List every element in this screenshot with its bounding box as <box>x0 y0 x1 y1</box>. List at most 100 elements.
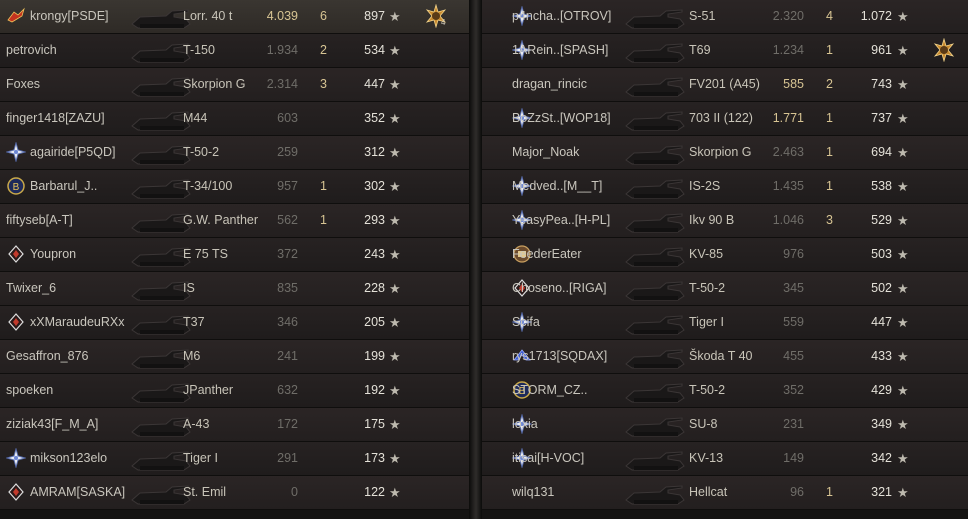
damage-value: 291 <box>277 451 298 465</box>
left-player-row[interactable]: AMRAM[SASKA] St. Emil 0 122 ★ <box>0 476 469 510</box>
right-player-row[interactable]: Medved..[M__T] IS-2S 1.435 1 538 ★ <box>482 170 968 204</box>
player-name: YeasyPea..[H-PL] <box>512 213 611 227</box>
right-player-row[interactable]: Major_Noak Skorpion G 2.463 1 694 ★ <box>482 136 968 170</box>
svg-text:B: B <box>13 182 20 193</box>
damage-value: 559 <box>783 315 804 329</box>
player-name: FeederEater <box>512 247 582 261</box>
vehicle-name: Lorr. 40 t <box>183 9 233 23</box>
player-name: Foxes <box>6 77 41 91</box>
right-player-row[interactable]: dragan_rincic FV201 (A45) 585 2 743 ★ <box>482 68 968 102</box>
left-player-row[interactable]: ziziak43[F_M_A] A-43 172 175 ★ <box>0 408 469 442</box>
right-player-row[interactable]: YeasyPea..[H-PL] Ikv 90 B 1.046 3 529 ★ <box>482 204 968 238</box>
player-name: loxia <box>512 417 538 431</box>
left-player-row[interactable]: B Barbarul_J.. T-34/100 957 1 302 ★ <box>0 170 469 204</box>
xp-value: 312 <box>364 145 385 159</box>
damage-value: 1.771 <box>772 111 804 125</box>
xp-value: 737 <box>871 111 892 125</box>
left-player-row[interactable]: petrovich T-150 1.934 2 534 ★ <box>0 34 469 68</box>
player-name: krongy[PSDE] <box>30 9 109 23</box>
right-player-row[interactable]: 1ARein..[SPASH] T69 1.234 1 961 ★ <box>482 34 968 68</box>
right-player-row[interactable]: Scifa Tiger I 559 447 ★ <box>482 306 968 340</box>
damage-value: 345 <box>783 281 804 295</box>
right-player-row[interactable]: loxia SU-8 231 349 ★ <box>482 408 968 442</box>
vehicle-name: T-50-2 <box>689 383 726 397</box>
right-player-row[interactable]: BoZzSt..[WOP18] 703 II (122) 1.771 1 737… <box>482 102 968 136</box>
right-player-row[interactable]: Choseno..[RIGA] T-50-2 345 502 ★ <box>482 272 968 306</box>
star-icon: ★ <box>389 383 401 398</box>
tank-silhouette-icon <box>625 315 685 335</box>
right-player-row[interactable]: B STORM_CZ.. T-50-2 352 429 ★ <box>482 374 968 408</box>
right-player-row[interactable]: rys1713[SQDAX] Škoda T 40 455 433 ★ <box>482 340 968 374</box>
damage-value: 455 <box>783 349 804 363</box>
vehicle-name: Hellcat <box>689 485 728 499</box>
right-player-row[interactable]: itisai[H-VOC] KV-13 149 342 ★ <box>482 442 968 476</box>
damage-value: 149 <box>783 451 804 465</box>
left-player-row[interactable]: Gesaffron_876 M6 241 199 ★ <box>0 340 469 374</box>
left-player-row[interactable]: finger1418[ZAZU] M44 603 352 ★ <box>0 102 469 136</box>
vehicle-name: FV201 (A45) <box>689 77 760 91</box>
left-player-row[interactable]: Twixer_6 IS 835 228 ★ <box>0 272 469 306</box>
left-player-row[interactable]: xXMaraudeuRXx T37 346 205 ★ <box>0 306 469 340</box>
left-player-row[interactable]: Youpron E 75 TS 372 243 ★ <box>0 238 469 272</box>
damage-value: 1.234 <box>772 43 804 57</box>
damage-value: 1.934 <box>266 43 298 57</box>
star-icon: ★ <box>389 417 401 432</box>
left-player-row[interactable]: agairide[P5QD] T-50-2 259 312 ★ <box>0 136 469 170</box>
star-icon: ★ <box>389 281 401 296</box>
xp-value: 192 <box>364 383 385 397</box>
star-icon: ★ <box>897 179 909 194</box>
star-icon: ★ <box>897 9 909 24</box>
left-player-row[interactable]: fiftyseb[A-T] G.W. Panther 562 1 293 ★ <box>0 204 469 238</box>
tank-silhouette-icon <box>625 111 685 131</box>
xp-value: 1.072 <box>860 9 892 23</box>
medal-count: 4 <box>441 18 446 27</box>
tank-silhouette-icon <box>625 247 685 267</box>
gold-medal-icon[interactable] <box>932 37 956 63</box>
xp-value: 743 <box>871 77 892 91</box>
xp-value: 433 <box>871 349 892 363</box>
star-icon: ★ <box>389 43 401 58</box>
vehicle-name: Skorpion G <box>183 77 246 91</box>
damage-value: 585 <box>783 77 804 91</box>
star-icon: ★ <box>897 451 909 466</box>
star-icon: ★ <box>897 247 909 262</box>
tank-silhouette-icon <box>625 451 685 471</box>
player-name: mikson123elo <box>30 451 108 465</box>
damage-value: 976 <box>783 247 804 261</box>
tank-silhouette-icon <box>625 43 685 63</box>
damage-value: 352 <box>783 383 804 397</box>
star-icon: ★ <box>389 9 401 24</box>
player-name: Barbarul_J.. <box>30 179 98 193</box>
damage-value: 562 <box>277 213 298 227</box>
damage-value: 2.320 <box>772 9 804 23</box>
star-icon: ★ <box>389 349 401 364</box>
vehicle-name: Tiger I <box>183 451 218 465</box>
vehicle-name: T-34/100 <box>183 179 233 193</box>
left-player-row[interactable]: Foxes Skorpion G 2.314 3 447 ★ <box>0 68 469 102</box>
xp-value: 342 <box>871 451 892 465</box>
player-name: Scifa <box>512 315 540 329</box>
player-name: STORM_CZ.. <box>512 383 588 397</box>
star-icon: ★ <box>897 383 909 398</box>
left-player-row[interactable]: krongy[PSDE] Lorr. 40 t 4.039 6 897 ★ 4 <box>0 0 469 34</box>
tank-silhouette-icon <box>625 179 685 199</box>
xp-value: 173 <box>364 451 385 465</box>
right-player-row[interactable]: wilq131 Hellcat 96 1 321 ★ <box>482 476 968 510</box>
xp-value: 447 <box>871 315 892 329</box>
right-player-row[interactable]: FeederEater KV-85 976 503 ★ <box>482 238 968 272</box>
vehicle-name: Skorpion G <box>689 145 752 159</box>
xp-value: 175 <box>364 417 385 431</box>
player-name: 1ARein..[SPASH] <box>512 43 609 57</box>
player-name: xXMaraudeuRXx <box>30 315 125 329</box>
left-player-row[interactable]: spoeken JPanther 632 192 ★ <box>0 374 469 408</box>
star-icon: ★ <box>389 111 401 126</box>
damage-value: 259 <box>277 145 298 159</box>
star-icon: ★ <box>897 315 909 330</box>
player-name: Gesaffron_876 <box>6 349 89 363</box>
right-player-row[interactable]: p4ncha..[OTROV] S-51 2.320 4 1.072 ★ <box>482 0 968 34</box>
left-player-row[interactable]: mikson123elo Tiger I 291 173 ★ <box>0 442 469 476</box>
vehicle-name: KV-13 <box>689 451 724 465</box>
xp-value: 293 <box>364 213 385 227</box>
xp-value: 352 <box>364 111 385 125</box>
star-icon: ★ <box>389 77 401 92</box>
